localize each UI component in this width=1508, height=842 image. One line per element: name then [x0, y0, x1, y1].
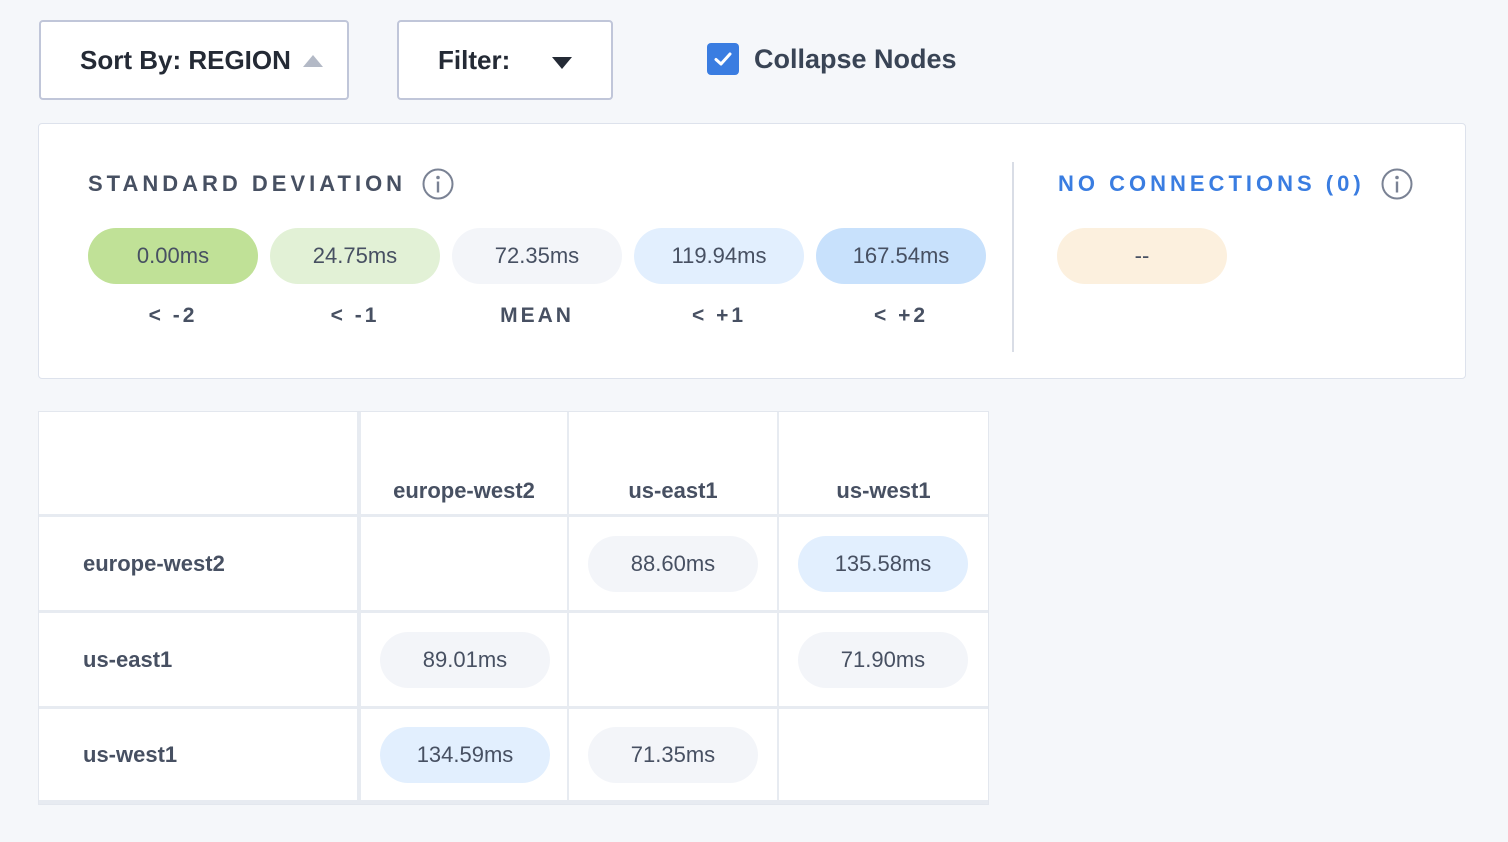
latency-pill[interactable]: 71.90ms: [798, 632, 968, 688]
column-header-label: us-west1: [836, 478, 931, 503]
latency-pill[interactable]: 135.58ms: [798, 536, 968, 592]
column-header: us-west1: [779, 412, 988, 514]
collapse-nodes-toggle[interactable]: Collapse Nodes: [707, 42, 957, 76]
std-bin-pill: 24.75ms: [270, 228, 440, 284]
latency-legend-panel: STANDARD DEVIATION 0.00ms < -2 24.75ms < -1…: [38, 123, 1466, 379]
row-header: us-west1: [39, 709, 357, 800]
row-header-label: europe-west2: [83, 550, 225, 576]
matrix-cell: 135.58ms: [779, 517, 988, 610]
filter-dropdown-button[interactable]: Filter:: [397, 20, 613, 100]
row-header: us-east1: [39, 613, 357, 706]
row-header-label: us-east1: [83, 646, 173, 672]
matrix-cell: 71.35ms: [569, 709, 777, 800]
matrix-cell: 134.59ms: [361, 709, 567, 800]
std-bin-label: MEAN: [500, 304, 574, 327]
std-bin-pill: 167.54ms: [816, 228, 986, 284]
column-header-label: us-east1: [628, 478, 718, 503]
column-header: europe-west2: [361, 412, 567, 514]
latency-matrix: europe-west2 us-east1 us-west1 europe-west2…: [38, 411, 989, 805]
row-header-label: us-west1: [83, 741, 178, 767]
latency-pill[interactable]: 134.59ms: [380, 727, 550, 783]
std-deviation-title-text: STANDARD DEVIATION: [88, 171, 407, 196]
matrix-cell: [361, 517, 567, 610]
no-connections-pill: --: [1057, 228, 1227, 284]
std-bin-label: < +2: [873, 304, 929, 327]
std-bin-pill: 72.35ms: [452, 228, 622, 284]
collapse-nodes-checkbox[interactable]: [707, 43, 739, 75]
sort-dropdown-button[interactable]: Sort By: REGION: [39, 20, 349, 100]
matrix-cell: 71.90ms: [779, 613, 988, 706]
row-header: europe-west2: [39, 517, 357, 610]
sort-label: Sort By: REGION: [80, 44, 291, 75]
matrix-cell: 88.60ms: [569, 517, 777, 610]
std-bin-label: < -1: [330, 304, 380, 327]
matrix-cell: [779, 709, 988, 800]
caret-down-icon: [552, 57, 572, 69]
matrix-cell: [569, 613, 777, 706]
matrix-cell: 89.01ms: [361, 613, 567, 706]
std-deviation-title: STANDARD DEVIATION: [88, 168, 454, 200]
filter-label: Filter:: [438, 44, 511, 75]
toolbar: Sort By: REGION Filter: Collapse Nodes: [0, 0, 1508, 120]
latency-pill[interactable]: 89.01ms: [380, 632, 550, 688]
no-connections-title-text: NO CONNECTIONS (0): [1058, 171, 1365, 196]
std-bin-label: < +1: [691, 304, 747, 327]
std-bin-label: < -2: [148, 304, 198, 327]
latency-pill[interactable]: 88.60ms: [588, 536, 758, 592]
info-icon[interactable]: [422, 168, 454, 200]
latency-pill[interactable]: 71.35ms: [588, 727, 758, 783]
legend-divider: [1012, 162, 1014, 352]
std-bin-pill: 119.94ms: [634, 228, 804, 284]
collapse-nodes-label: Collapse Nodes: [754, 43, 957, 74]
info-icon[interactable]: [1381, 168, 1413, 200]
matrix-corner-cell: [39, 412, 357, 514]
column-header: us-east1: [569, 412, 777, 514]
column-header-label: europe-west2: [393, 478, 535, 503]
caret-up-icon: [302, 55, 323, 67]
std-bin-pill: 0.00ms: [88, 228, 258, 284]
checkmark-icon: [714, 52, 732, 66]
no-connections-title: NO CONNECTIONS (0): [1058, 168, 1413, 200]
no-connections-value: --: [1134, 243, 1150, 268]
